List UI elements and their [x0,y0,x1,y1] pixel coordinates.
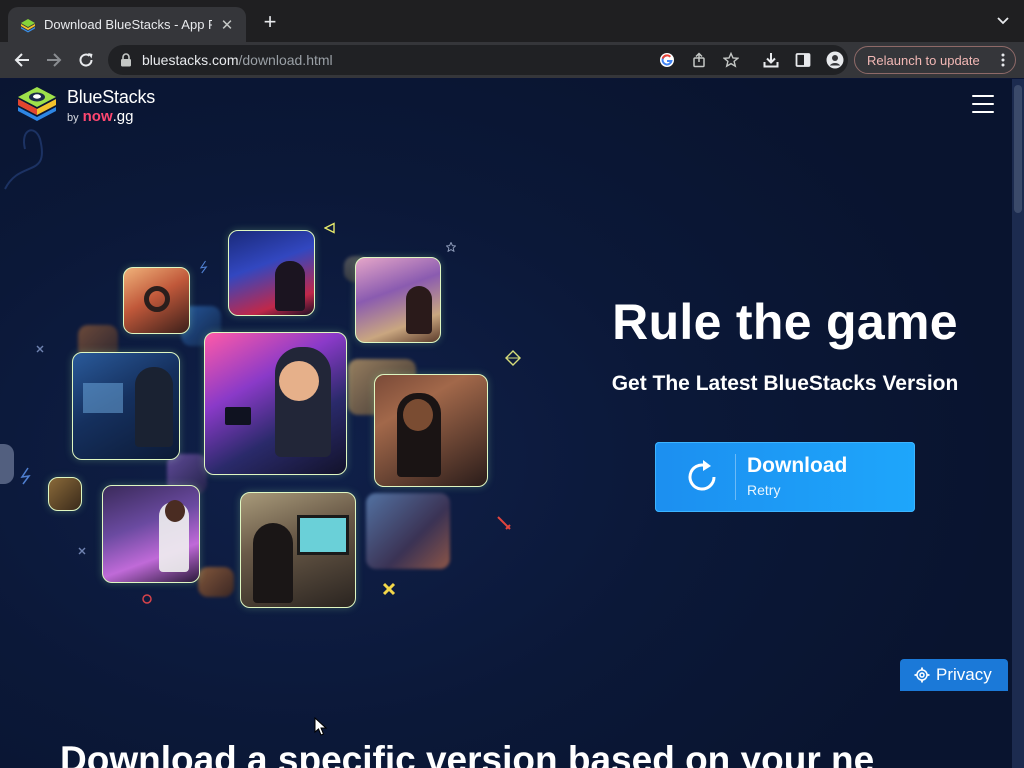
page-scrollbar[interactable] [1012,79,1024,768]
address-bar[interactable]: bluestacks.com/download.html [108,45,848,75]
relaunch-label: Relaunch to update [867,52,980,68]
triangle-outline-icon [324,222,335,234]
bluestacks-logo-icon [18,87,56,121]
x-small-icon-2 [78,547,86,555]
privacy-label: Privacy [936,665,992,684]
page-content: BlueStacks by now.gg Rule the game Get T… [0,79,1012,768]
share-icon[interactable] [690,51,708,69]
side-panel-icon[interactable] [794,51,812,69]
scrollbar-thumb[interactable] [1014,85,1022,213]
google-lens-icon[interactable] [658,51,676,69]
sword-icon [497,516,511,530]
download-status-label: Retry [747,482,781,498]
download-button-label: Download [747,454,848,477]
lightning-bolt-icon [20,467,31,485]
lightning-bolt-icon-2 [199,260,208,274]
forward-arrow-icon[interactable] [42,48,66,72]
circle-outline-icon [142,594,152,604]
specific-version-heading: Download a specific version based on you… [60,739,875,768]
hamburger-menu-icon[interactable] [972,95,994,115]
hero-subtitle: Get The Latest BlueStacks Version [611,372,959,395]
gamer-photo-tile [355,257,441,343]
blurred-photo-tile [366,493,450,569]
reload-icon[interactable] [74,48,98,72]
gamer-photo-tile [240,492,356,608]
privacy-button[interactable]: Privacy [900,659,1008,691]
retry-refresh-icon [688,460,716,491]
bookmark-star-icon[interactable] [722,51,740,69]
download-button[interactable]: Download Retry [655,442,915,512]
gamer-photo-tile [102,485,200,583]
blurred-photo-tile [198,567,234,597]
relaunch-to-update-button[interactable]: Relaunch to update [854,46,1016,74]
profile-avatar-icon[interactable] [826,51,844,69]
background-blob-shape [0,444,14,484]
x-cross-icon [382,582,396,596]
gamer-photo-small-tile [48,477,82,511]
gamer-photo-tile [72,352,180,460]
browser-menu-icon[interactable] [1001,53,1005,67]
hero-title: Rule the game [612,294,958,350]
browser-tab-active[interactable]: Download BlueStacks - App Pl ✕ [8,7,246,42]
new-tab-icon[interactable]: + [259,11,281,33]
star-small-icon [446,242,456,252]
back-arrow-icon[interactable] [10,48,34,72]
background-doodle-icon [4,129,43,190]
logo-wordmark: BlueStacks [67,87,156,107]
tab-search-chevron-icon[interactable] [996,14,1010,28]
browser-tab-strip: Download BlueStacks - App Pl ✕ + [0,0,1024,42]
downloads-icon[interactable] [762,51,780,69]
gamer-photo-tile [228,230,315,316]
url-text[interactable]: bluestacks.com/download.html [142,52,333,68]
lock-icon[interactable] [120,53,132,72]
tab-title: Download BlueStacks - App Pl [44,17,212,32]
gamer-photo-tile [123,267,190,334]
x-small-icon [36,345,44,353]
logo-byline: by now.gg [67,108,134,125]
button-divider [735,454,736,500]
mouse-pointer-icon [314,717,328,736]
bluestacks-favicon-icon [20,17,36,33]
gamer-photo-tile [374,374,488,487]
tab-close-icon[interactable]: ✕ [218,16,236,34]
gear-icon [914,667,930,683]
gamer-photo-featured-tile [204,332,347,475]
diamond-gem-icon [505,350,521,366]
